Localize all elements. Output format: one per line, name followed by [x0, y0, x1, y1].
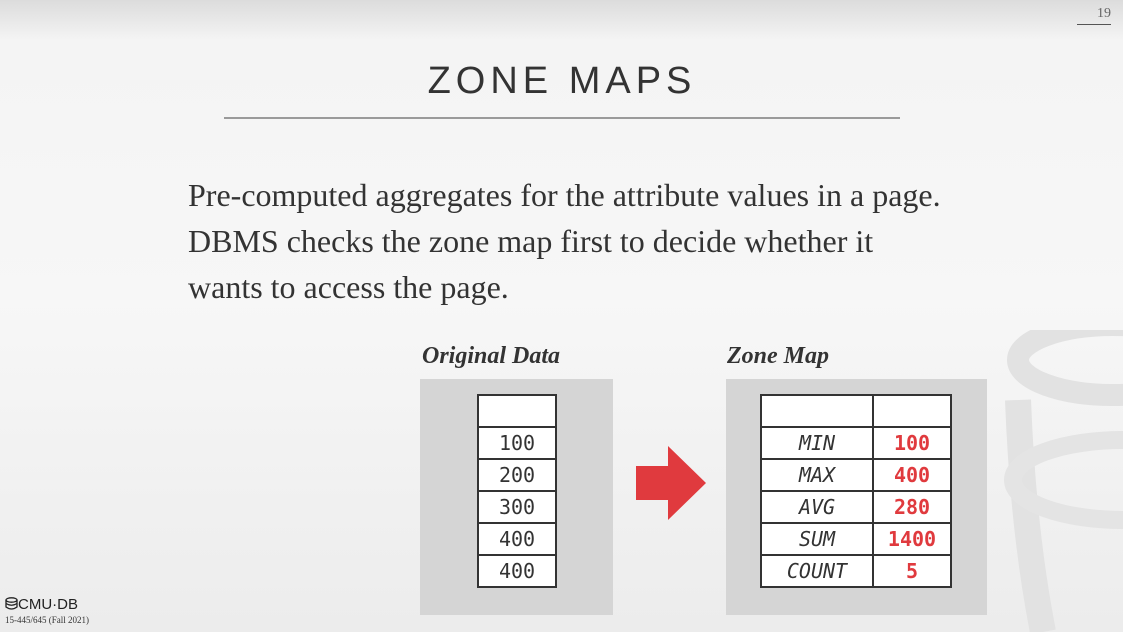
table-row: COUNT 5	[760, 554, 952, 588]
decorative-database-watermark	[1004, 330, 1123, 632]
zone-map-val-cell: 5	[872, 554, 952, 588]
original-data-label: Original Data	[422, 343, 561, 369]
zone-map-type-cell: SUM	[760, 522, 874, 556]
zone-map-val-cell: 1400	[872, 522, 952, 556]
zone-map-type-cell: MAX	[760, 458, 874, 492]
zone-map-header-type: type	[760, 394, 874, 428]
zone-map-header-val: val	[872, 394, 952, 428]
zone-map-type-cell: MIN	[760, 426, 874, 460]
original-cell: 400	[477, 554, 557, 588]
original-cell: 100	[477, 426, 557, 460]
table-row: 100	[477, 426, 557, 460]
table-row: 400	[477, 522, 557, 556]
zone-map-type-cell: COUNT	[760, 554, 874, 588]
original-cell: 400	[477, 522, 557, 556]
original-cell: 300	[477, 490, 557, 524]
zone-map-val-cell: 400	[872, 458, 952, 492]
arrow-right-icon	[636, 446, 706, 520]
table-row: AVG 280	[760, 490, 952, 524]
original-header-val: val	[477, 394, 557, 428]
zone-map-panel: type val MIN 100 MAX 400 AVG 280 SUM 140…	[726, 379, 987, 615]
table-row: MIN 100	[760, 426, 952, 460]
zone-map-val-cell: 100	[872, 426, 952, 460]
slide-title: ZONE MAPS	[427, 60, 697, 102]
database-icon	[5, 597, 18, 610]
table-row: SUM 1400	[760, 522, 952, 556]
table-row: 300	[477, 490, 557, 524]
original-cell: 200	[477, 458, 557, 492]
cmu-db-logo: CMU·DB	[5, 596, 78, 613]
original-data-panel: val 100 200 300 400 400	[420, 379, 613, 615]
slide-body-text: Pre-computed aggregates for the attribut…	[188, 177, 941, 305]
original-data-table: val 100 200 300 400 400	[477, 394, 557, 588]
title-underline	[224, 117, 900, 119]
table-row: 200	[477, 458, 557, 492]
zone-map-type-cell: AVG	[760, 490, 874, 524]
zone-map-val-cell: 280	[872, 490, 952, 524]
table-row: MAX 400	[760, 458, 952, 492]
course-label: 15-445/645 (Fall 2021)	[5, 615, 89, 625]
logo-text: CMU·DB	[18, 596, 78, 613]
zone-map-table: type val MIN 100 MAX 400 AVG 280 SUM 140…	[760, 394, 952, 588]
table-row: 400	[477, 554, 557, 588]
zone-map-label: Zone Map	[727, 343, 829, 369]
page-number: 19	[1077, 6, 1111, 25]
